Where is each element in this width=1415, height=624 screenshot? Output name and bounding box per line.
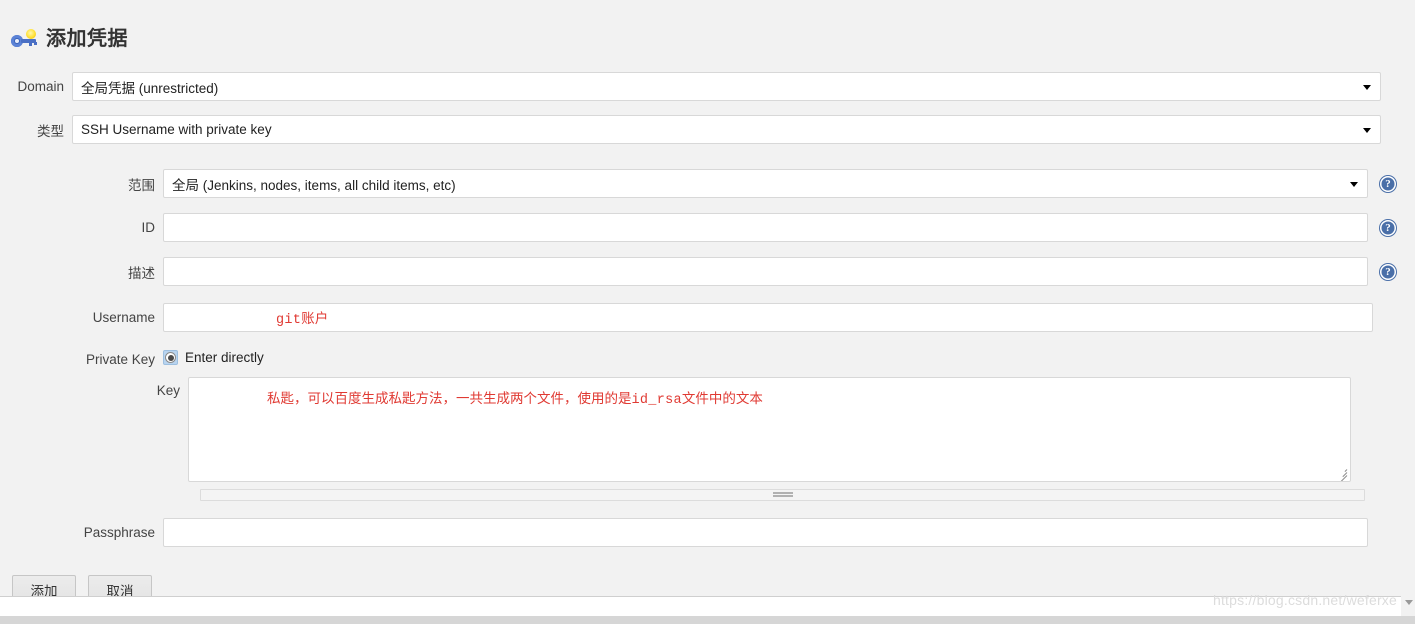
radio-enter-directly-label: Enter directly xyxy=(185,350,264,365)
splitter-grip-icon xyxy=(772,492,793,498)
description-row: 描述 ? xyxy=(0,257,1415,286)
key-annotation-part2: 文件中的文本 xyxy=(681,391,763,406)
username-annotation-mono: git xyxy=(276,313,302,328)
help-icon-description[interactable]: ? xyxy=(1380,263,1396,280)
username-row: Username git账户 xyxy=(0,303,1415,332)
page-title: 添加凭据 xyxy=(46,28,128,50)
username-annotation-cn: 账户 xyxy=(301,311,329,326)
key-icon xyxy=(10,29,38,49)
key-annotation-mono: id_rsa xyxy=(631,393,682,408)
description-input[interactable] xyxy=(163,257,1368,286)
textarea-resize-grip[interactable] xyxy=(1336,467,1348,481)
scope-select[interactable]: 全局 (Jenkins, nodes, items, all child ite… xyxy=(163,169,1368,198)
key-annotation-part1: 私匙，可以百度生成私匙方法，一共生成两个文件，使用的是 xyxy=(267,391,632,406)
username-input[interactable]: git账户 xyxy=(163,303,1373,332)
passphrase-label: Passphrase xyxy=(83,525,155,540)
private-key-row: Private Key Enter directly xyxy=(0,350,1415,367)
page-header: 添加凭据 xyxy=(0,0,1415,56)
bottom-strip: https://blog.csdn.net/weferxe xyxy=(0,592,1415,624)
type-label: 类型 xyxy=(37,123,64,139)
scope-row: 范围 全局 (Jenkins, nodes, items, all child … xyxy=(0,169,1415,198)
id-row: ID ? xyxy=(0,213,1415,242)
private-key-label: Private Key xyxy=(85,352,155,367)
textarea-splitter[interactable] xyxy=(200,489,1365,501)
horizontal-scrollbar[interactable] xyxy=(0,616,1415,624)
scroll-down-arrow-icon[interactable] xyxy=(1405,600,1413,605)
passphrase-row: Passphrase xyxy=(0,518,1415,547)
id-input[interactable] xyxy=(163,213,1368,242)
key-row: Key 私匙，可以百度生成私匙方法，一共生成两个文件，使用的是id_rsa文件中… xyxy=(0,377,1415,482)
username-annotation: git账户 xyxy=(172,307,328,328)
scope-label: 范围 xyxy=(128,177,155,193)
help-icon-scope[interactable]: ? xyxy=(1380,175,1396,192)
watermark: https://blog.csdn.net/weferxe xyxy=(1212,592,1397,608)
domain-select[interactable]: 全局凭据 (unrestricted) xyxy=(72,72,1381,101)
type-select[interactable]: SSH Username with private key xyxy=(72,115,1381,144)
description-label: 描述 xyxy=(128,265,155,281)
key-label: Key xyxy=(156,383,180,398)
key-textarea[interactable]: 私匙，可以百度生成私匙方法，一共生成两个文件，使用的是id_rsa文件中的文本 xyxy=(188,377,1351,482)
domain-label: Domain xyxy=(17,79,64,94)
bottom-white-bar xyxy=(0,596,1401,617)
domain-row: Domain 全局凭据 (unrestricted) xyxy=(0,72,1415,101)
enter-directly-option[interactable]: Enter directly xyxy=(163,350,264,365)
id-label: ID xyxy=(141,220,156,235)
passphrase-input[interactable] xyxy=(163,518,1368,547)
type-row: 类型 SSH Username with private key xyxy=(0,115,1415,144)
key-annotation: 私匙，可以百度生成私匙方法，一共生成两个文件，使用的是id_rsa文件中的文本 xyxy=(199,391,763,408)
radio-enter-directly[interactable] xyxy=(163,350,178,365)
username-label: Username xyxy=(92,310,155,325)
help-icon-id[interactable]: ? xyxy=(1380,219,1396,236)
